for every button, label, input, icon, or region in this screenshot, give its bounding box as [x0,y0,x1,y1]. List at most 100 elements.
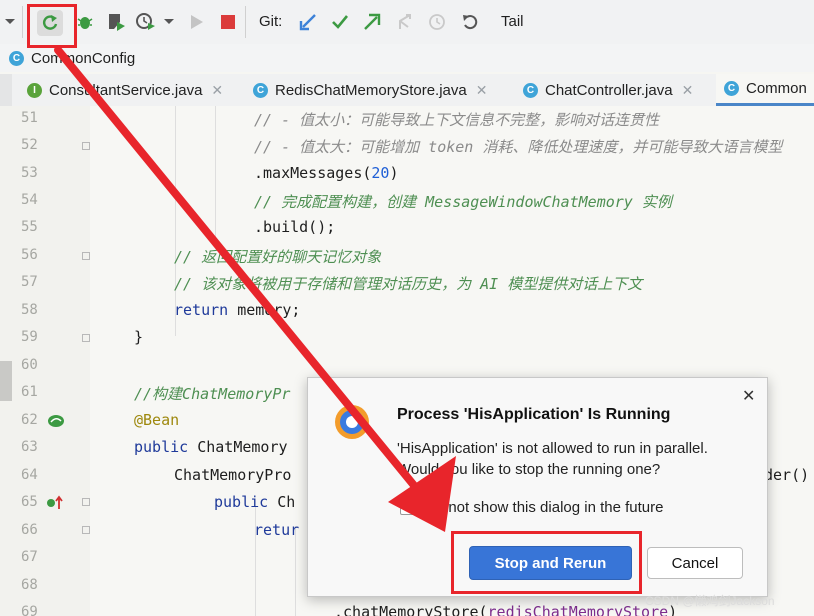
coverage-icon[interactable] [105,11,127,33]
do-not-show-checkbox[interactable] [400,500,415,515]
toolbar-divider [22,6,23,38]
line-number: 68 [21,577,38,593]
profile-icon[interactable] [135,11,157,33]
code-line-64: ChatMemoryPro [174,466,292,484]
editor-tabs: I ConsultantService.java ✕ C RedisChatMe… [0,74,814,107]
fold-icon[interactable] [82,526,90,534]
code-line-62: @Bean [134,411,180,429]
code-line-63: public ChatMemory [134,438,288,456]
indent-guide [295,526,296,616]
dialog-message-line: 'HisApplication' is not allowed to run i… [397,440,708,457]
bean-icon[interactable] [47,413,65,434]
scroll-marker [0,361,12,401]
history-icon[interactable] [426,11,448,33]
line-number: 63 [21,439,38,455]
dialog-message: 'HisApplication' is not allowed to run i… [397,438,757,480]
line-number: 57 [21,274,38,290]
close-icon[interactable]: ✕ [476,82,488,99]
line-number: 66 [21,522,38,538]
indent-guide [215,106,216,246]
chevron-down-icon[interactable] [162,13,176,31]
code-line-57: // 该对象将被用于存储和管理对话历史，为 AI 模型提供对话上下文 [174,275,643,293]
code-line-56: // 返回配置好的聊天记忆对象 [174,248,382,266]
code-line-69: .chatMemoryStore(redisChatMemoryStore) [334,603,677,616]
close-icon[interactable]: ✕ [211,82,223,99]
code-line-55: .build(); [254,218,336,236]
tab-label: Common [746,80,807,97]
code-token: ) [389,164,399,182]
code-line-53: .maxMessages(20) [254,164,399,182]
debug-icon[interactable] [74,11,96,33]
interface-icon: I [27,82,42,98]
watermark: CSDN @懒鸡剑Jackson [645,594,775,608]
class-icon: C [724,81,739,96]
line-number: 59 [21,329,38,345]
cancel-button[interactable]: Cancel [647,547,743,579]
line-number: 51 [21,110,38,126]
tab-label: RedisChatMemoryStore.java [275,81,467,99]
tab-commonconfig[interactable]: C Common [716,74,814,106]
tab-chatcontroller[interactable]: C ChatController.java ✕ [523,74,693,106]
main-toolbar: Git: Tail [0,0,814,44]
fold-icon[interactable] [82,498,90,506]
line-number: 54 [21,192,38,208]
class-icon: C [253,82,268,98]
code-keyword: public [134,438,189,456]
checkbox-label: Do not show this dialog in the future [425,499,664,516]
close-icon[interactable]: ✕ [742,386,755,406]
tab-scroll-left[interactable] [0,74,12,106]
update-icon[interactable] [297,11,319,33]
breadcrumb: C CommonConfig [0,44,814,72]
line-number: 52 [21,137,38,153]
line-number: 53 [21,165,38,181]
toolbar-divider [245,6,246,38]
code-number: 20 [371,164,390,182]
stop-rerun-highlight-box [451,531,642,594]
line-number: 69 [21,604,38,616]
code-keyword: return [174,301,229,319]
code-token: .maxMessages( [254,164,372,182]
merge-icon[interactable] [394,11,416,33]
code-line-65: public Ch [214,493,295,511]
line-number: 67 [21,549,38,565]
push-icon[interactable] [361,11,383,33]
code-token: Ch [268,493,296,511]
dialog-message-line: Would you like to stop the running one? [397,461,661,478]
code-line-64-tail: der() [764,466,810,484]
fold-icon[interactable] [82,142,90,150]
git-label: Git: [259,13,283,30]
code-line-52: // - 值太大：可能增加 token 消耗、降低处理速度，并可能导致大语言模型 [254,138,783,156]
tab-label: ChatController.java [545,81,673,99]
breadcrumb-item-commonconfig[interactable]: CommonConfig [31,50,135,67]
code-line-54: // 完成配置构建，创建 MessageWindowChatMemory 实例 [254,193,672,211]
chevron-down-icon[interactable] [2,12,18,32]
code-keyword: public [214,493,269,511]
code-line-59: } [134,328,144,346]
code-line-66: retur [254,521,300,539]
code-token: ChatMemory [188,438,288,456]
stop-icon[interactable] [218,12,238,32]
intellij-logo-icon [334,404,370,445]
line-number: 60 [21,357,38,373]
line-number: 56 [21,247,38,263]
code-field: redisChatMemoryStore [487,603,669,616]
fold-icon[interactable] [82,334,90,342]
implementation-icon[interactable] [46,495,68,516]
commit-icon[interactable] [329,11,351,33]
rollback-icon[interactable] [459,11,481,33]
code-line-58: return memory; [174,301,300,319]
tab-consultantservice[interactable]: I ConsultantService.java ✕ [27,74,223,106]
close-icon[interactable]: ✕ [682,82,694,99]
line-number: 64 [21,467,38,483]
fold-icon[interactable] [82,252,90,260]
code-line-61: //构建ChatMemoryPr [134,385,291,403]
tab-label: ConsultantService.java [49,81,203,99]
code-token: .chatMemoryStore( [334,603,488,616]
line-number: 58 [21,302,38,318]
line-number: 61 [21,384,38,400]
play-icon[interactable] [187,12,207,32]
code-line-51: // - 值太小：可能导致上下文信息不完整，影响对话连贯性 [254,111,660,129]
code-token: memory; [228,301,301,319]
tab-redischatmemorystore[interactable]: C RedisChatMemoryStore.java ✕ [253,74,487,106]
tail-button[interactable]: Tail [501,13,524,30]
